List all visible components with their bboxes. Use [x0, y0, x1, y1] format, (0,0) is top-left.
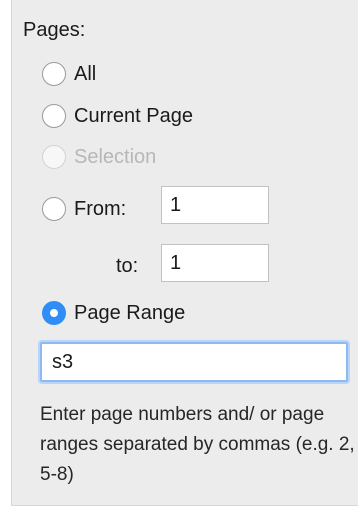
page-range-help-text: Enter page numbers and/ or page ranges s…	[40, 404, 355, 485]
radio-all-button[interactable]	[42, 62, 66, 86]
to-label: to:	[116, 255, 139, 277]
pages-panel: Pages: All Current Page Selection From: …	[11, 0, 358, 506]
radio-from-button[interactable]	[42, 197, 66, 221]
pages-section-title: Pages:	[23, 19, 86, 41]
radio-selection: Selection	[42, 145, 156, 169]
radio-selection-label: Selection	[74, 146, 157, 168]
radio-all-label: All	[74, 63, 97, 85]
radio-from-label: From:	[74, 198, 127, 220]
radio-current-page-label: Current Page	[74, 105, 193, 127]
radio-from[interactable]: From:	[42, 197, 126, 221]
radio-all[interactable]: All	[42, 62, 96, 86]
radio-page-range-button[interactable]	[42, 301, 66, 325]
radio-current-page[interactable]: Current Page	[42, 104, 193, 128]
radio-current-page-button[interactable]	[42, 104, 66, 128]
radio-page-range[interactable]: Page Range	[42, 301, 185, 325]
to-page-field[interactable]: 1	[161, 244, 269, 282]
radio-selection-button	[42, 145, 66, 169]
from-page-field[interactable]: 1	[161, 186, 269, 224]
page-range-field[interactable]: s3	[40, 342, 348, 382]
radio-page-range-label: Page Range	[74, 302, 186, 324]
